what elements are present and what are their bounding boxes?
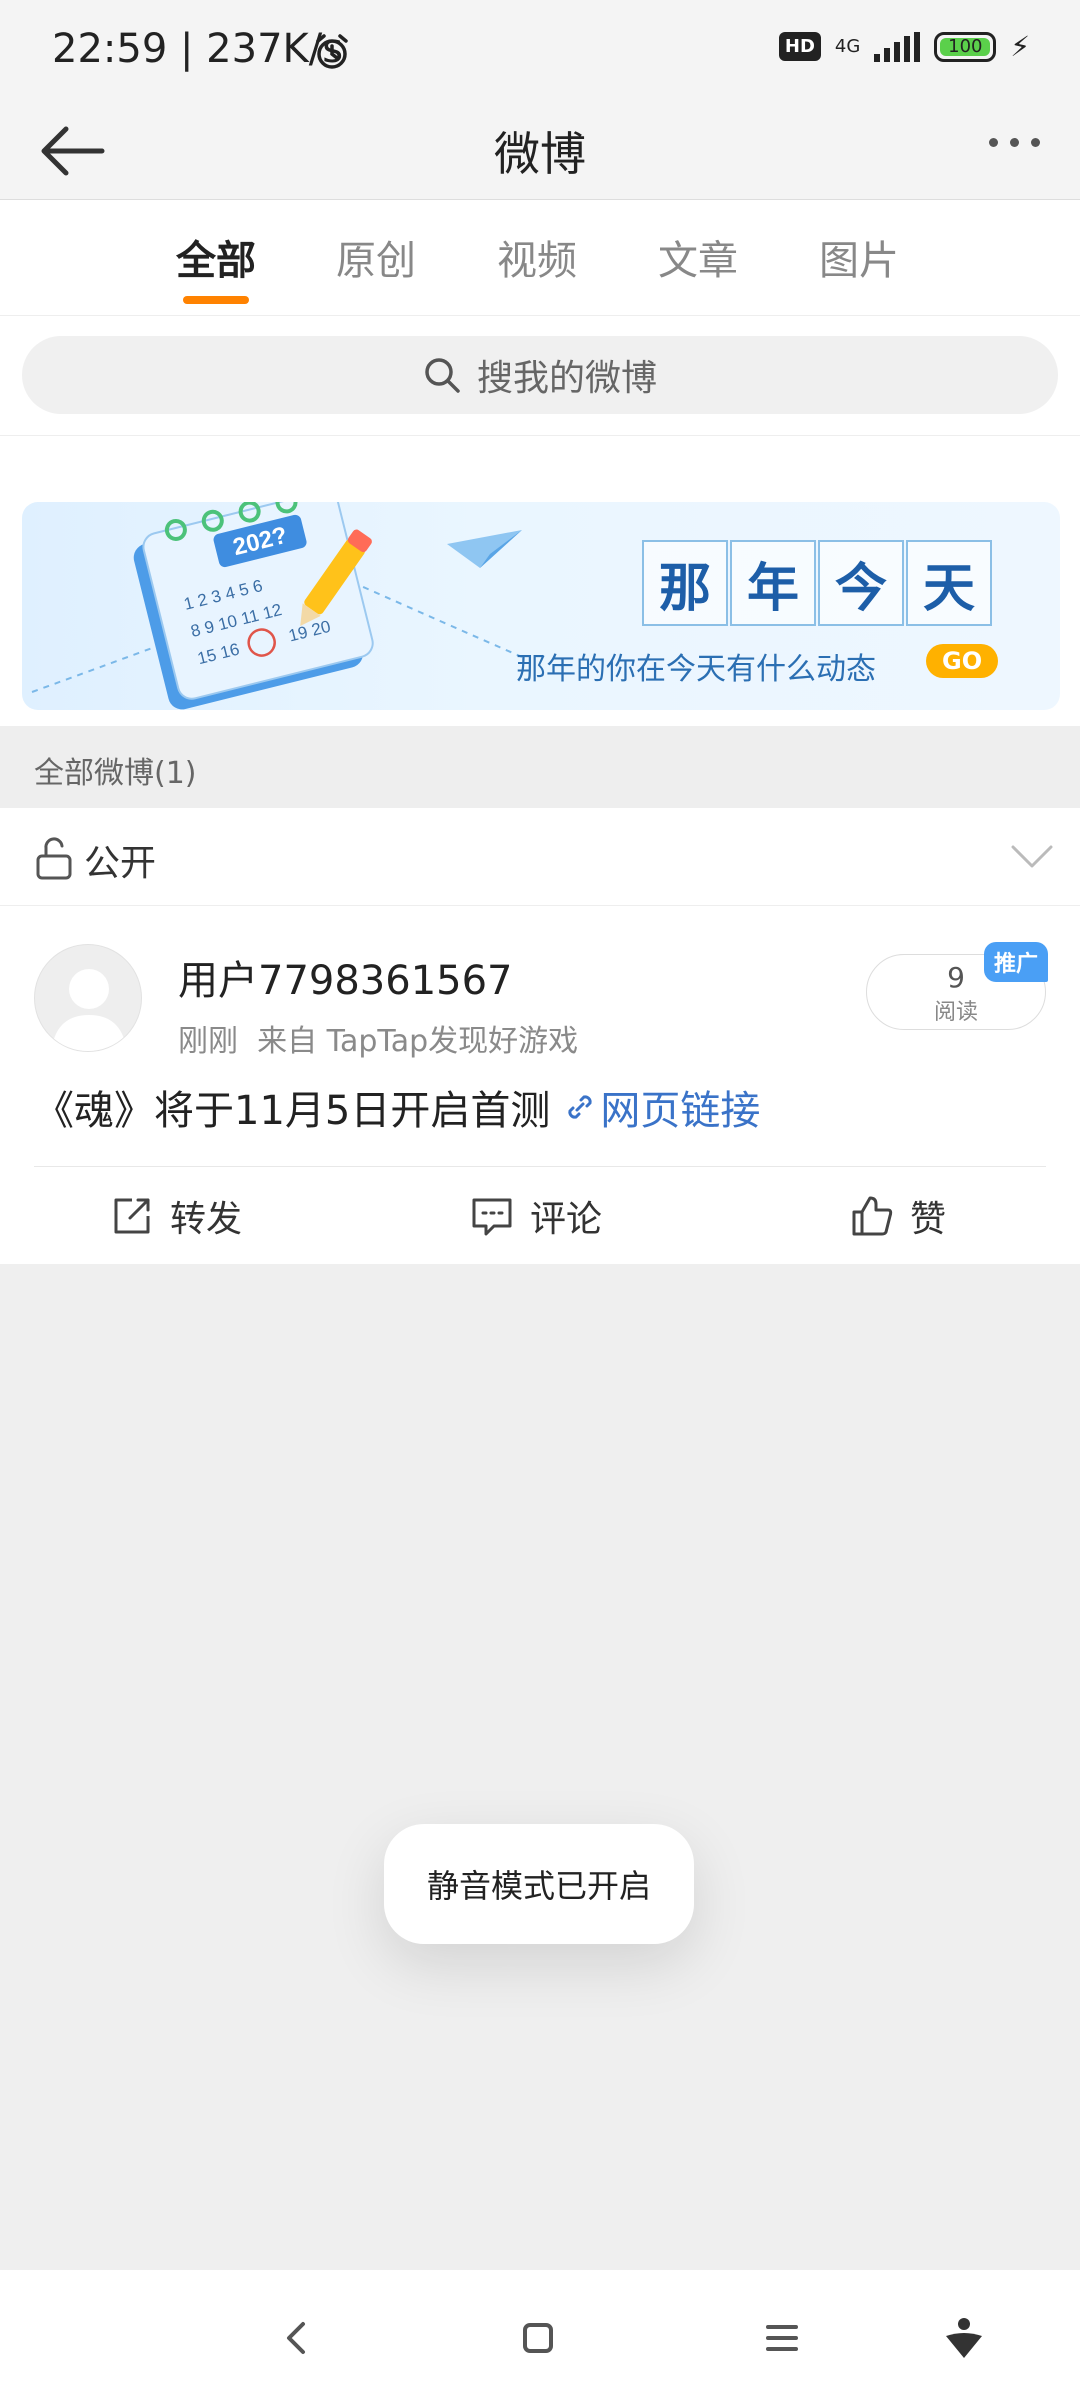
like-button[interactable]: 赞 [850,1190,946,1242]
comment-label: 评论 [530,1199,603,1240]
system-back-button[interactable] [266,2308,326,2368]
post-content: 《魂》将于11月5日开启首测 网页链接 [34,1078,760,1136]
all-posts-count: 全部微博(1) [34,756,197,791]
comment-button[interactable]: 评论 [470,1190,602,1242]
read-label: 阅读 [933,1000,978,1025]
assistant-icon [946,2318,982,2358]
page-title: 微博 [494,127,586,181]
banner-go-button[interactable]: GO [926,644,999,678]
repost-button[interactable]: 转发 [110,1190,242,1242]
search-input[interactable]: 搜我的微博 [22,336,1058,414]
tab-all[interactable]: 全部 [146,228,286,286]
tab-video[interactable]: 视频 [467,228,607,286]
banner-title-char: 今 [818,540,904,626]
comment-icon [472,1198,512,1236]
battery-icon: 100 [934,31,997,62]
tab-bar: 全部 原创 视频 文章 图片 [0,200,1080,316]
tab-image[interactable]: 图片 [789,228,929,286]
battery-level: 100 [948,36,983,57]
thumbs-up-icon [852,1196,893,1236]
active-tab-indicator [183,296,249,304]
system-nav-bar [0,2270,1080,2400]
on-this-day-banner[interactable]: 202? 1 2 3 4 5 6 8 9 10 11 12 15 16 19 2… [22,502,1060,710]
network-type: 4G [834,35,861,57]
banner-title: 那 年 今 天 [642,540,994,626]
web-link-label: 网页链接 [600,1088,761,1134]
unlock-icon [36,837,72,880]
toast-message: 静音模式已开启 [426,1867,651,1905]
hd-badge: HD [778,32,821,61]
repost-label: 转发 [170,1199,243,1240]
search-section: 搜我的微博 [0,316,1080,436]
status-bar: 22:59 | 237K/s HD 4G 100 ⚡ [0,0,1080,100]
post-meta: 刚刚 来自 TapTap发现好游戏 [178,1024,579,1059]
signal-icon [874,31,921,62]
chevron-down-icon [1011,845,1053,868]
more-dot-icon [1031,138,1040,147]
system-home-button[interactable] [508,2308,568,2368]
status-icons: HD 4G 100 ⚡ [778,30,1030,63]
alarm-icon [316,34,348,69]
more-options-button[interactable] [989,138,1040,147]
status-time: 22:59 | 237K/s [52,26,344,72]
nav-bar: 微博 [0,100,1080,200]
post-username[interactable]: 用户7798361567 [178,948,513,1006]
system-recents-button[interactable] [752,2308,812,2368]
search-placeholder: 搜我的微博 [476,358,657,399]
calendar-illustration: 202? 1 2 3 4 5 6 8 9 10 11 12 15 16 19 2… [31,502,523,710]
more-dot-icon [989,138,998,147]
post-text: 《魂》将于11月5日开启首测 [34,1088,551,1134]
privacy-filter[interactable]: 公开 [0,808,1080,906]
privacy-label: 公开 [84,843,157,884]
tab-article[interactable]: 文章 [628,228,768,286]
silent-mode-toast: 静音模式已开启 [384,1824,694,1944]
square-icon [523,2323,553,2353]
assistant-button[interactable] [934,2308,994,2368]
search-icon [425,358,460,393]
tab-original[interactable]: 原创 [306,228,446,286]
banner-subtitle: 那年的你在今天有什么动态 [516,652,876,687]
banner-title-char: 年 [730,540,816,626]
chevron-left-icon [287,2322,305,2354]
banner-section: 202? 1 2 3 4 5 6 8 9 10 11 12 15 16 19 2… [0,436,1080,726]
avatar[interactable] [34,944,142,1052]
like-label: 赞 [910,1199,947,1240]
more-dot-icon [1010,138,1019,147]
default-avatar-icon [51,969,127,1051]
post-actions: 转发 评论 赞 [0,1168,1080,1264]
share-icon [114,1198,150,1234]
menu-icon [766,2325,798,2351]
all-posts-header: 全部微博(1) [0,726,1080,808]
web-link[interactable]: 网页链接 [564,1078,760,1136]
post-divider [34,1166,1046,1167]
banner-title-char: 天 [906,540,992,626]
charging-icon: ⚡ [1010,30,1030,63]
banner-title-char: 那 [642,540,728,626]
link-icon [568,1095,592,1119]
promote-badge[interactable]: 推广 [984,942,1049,982]
post-card[interactable]: 用户7798361567 刚刚 来自 TapTap发现好游戏 9 阅读 推广 《… [0,906,1080,1264]
